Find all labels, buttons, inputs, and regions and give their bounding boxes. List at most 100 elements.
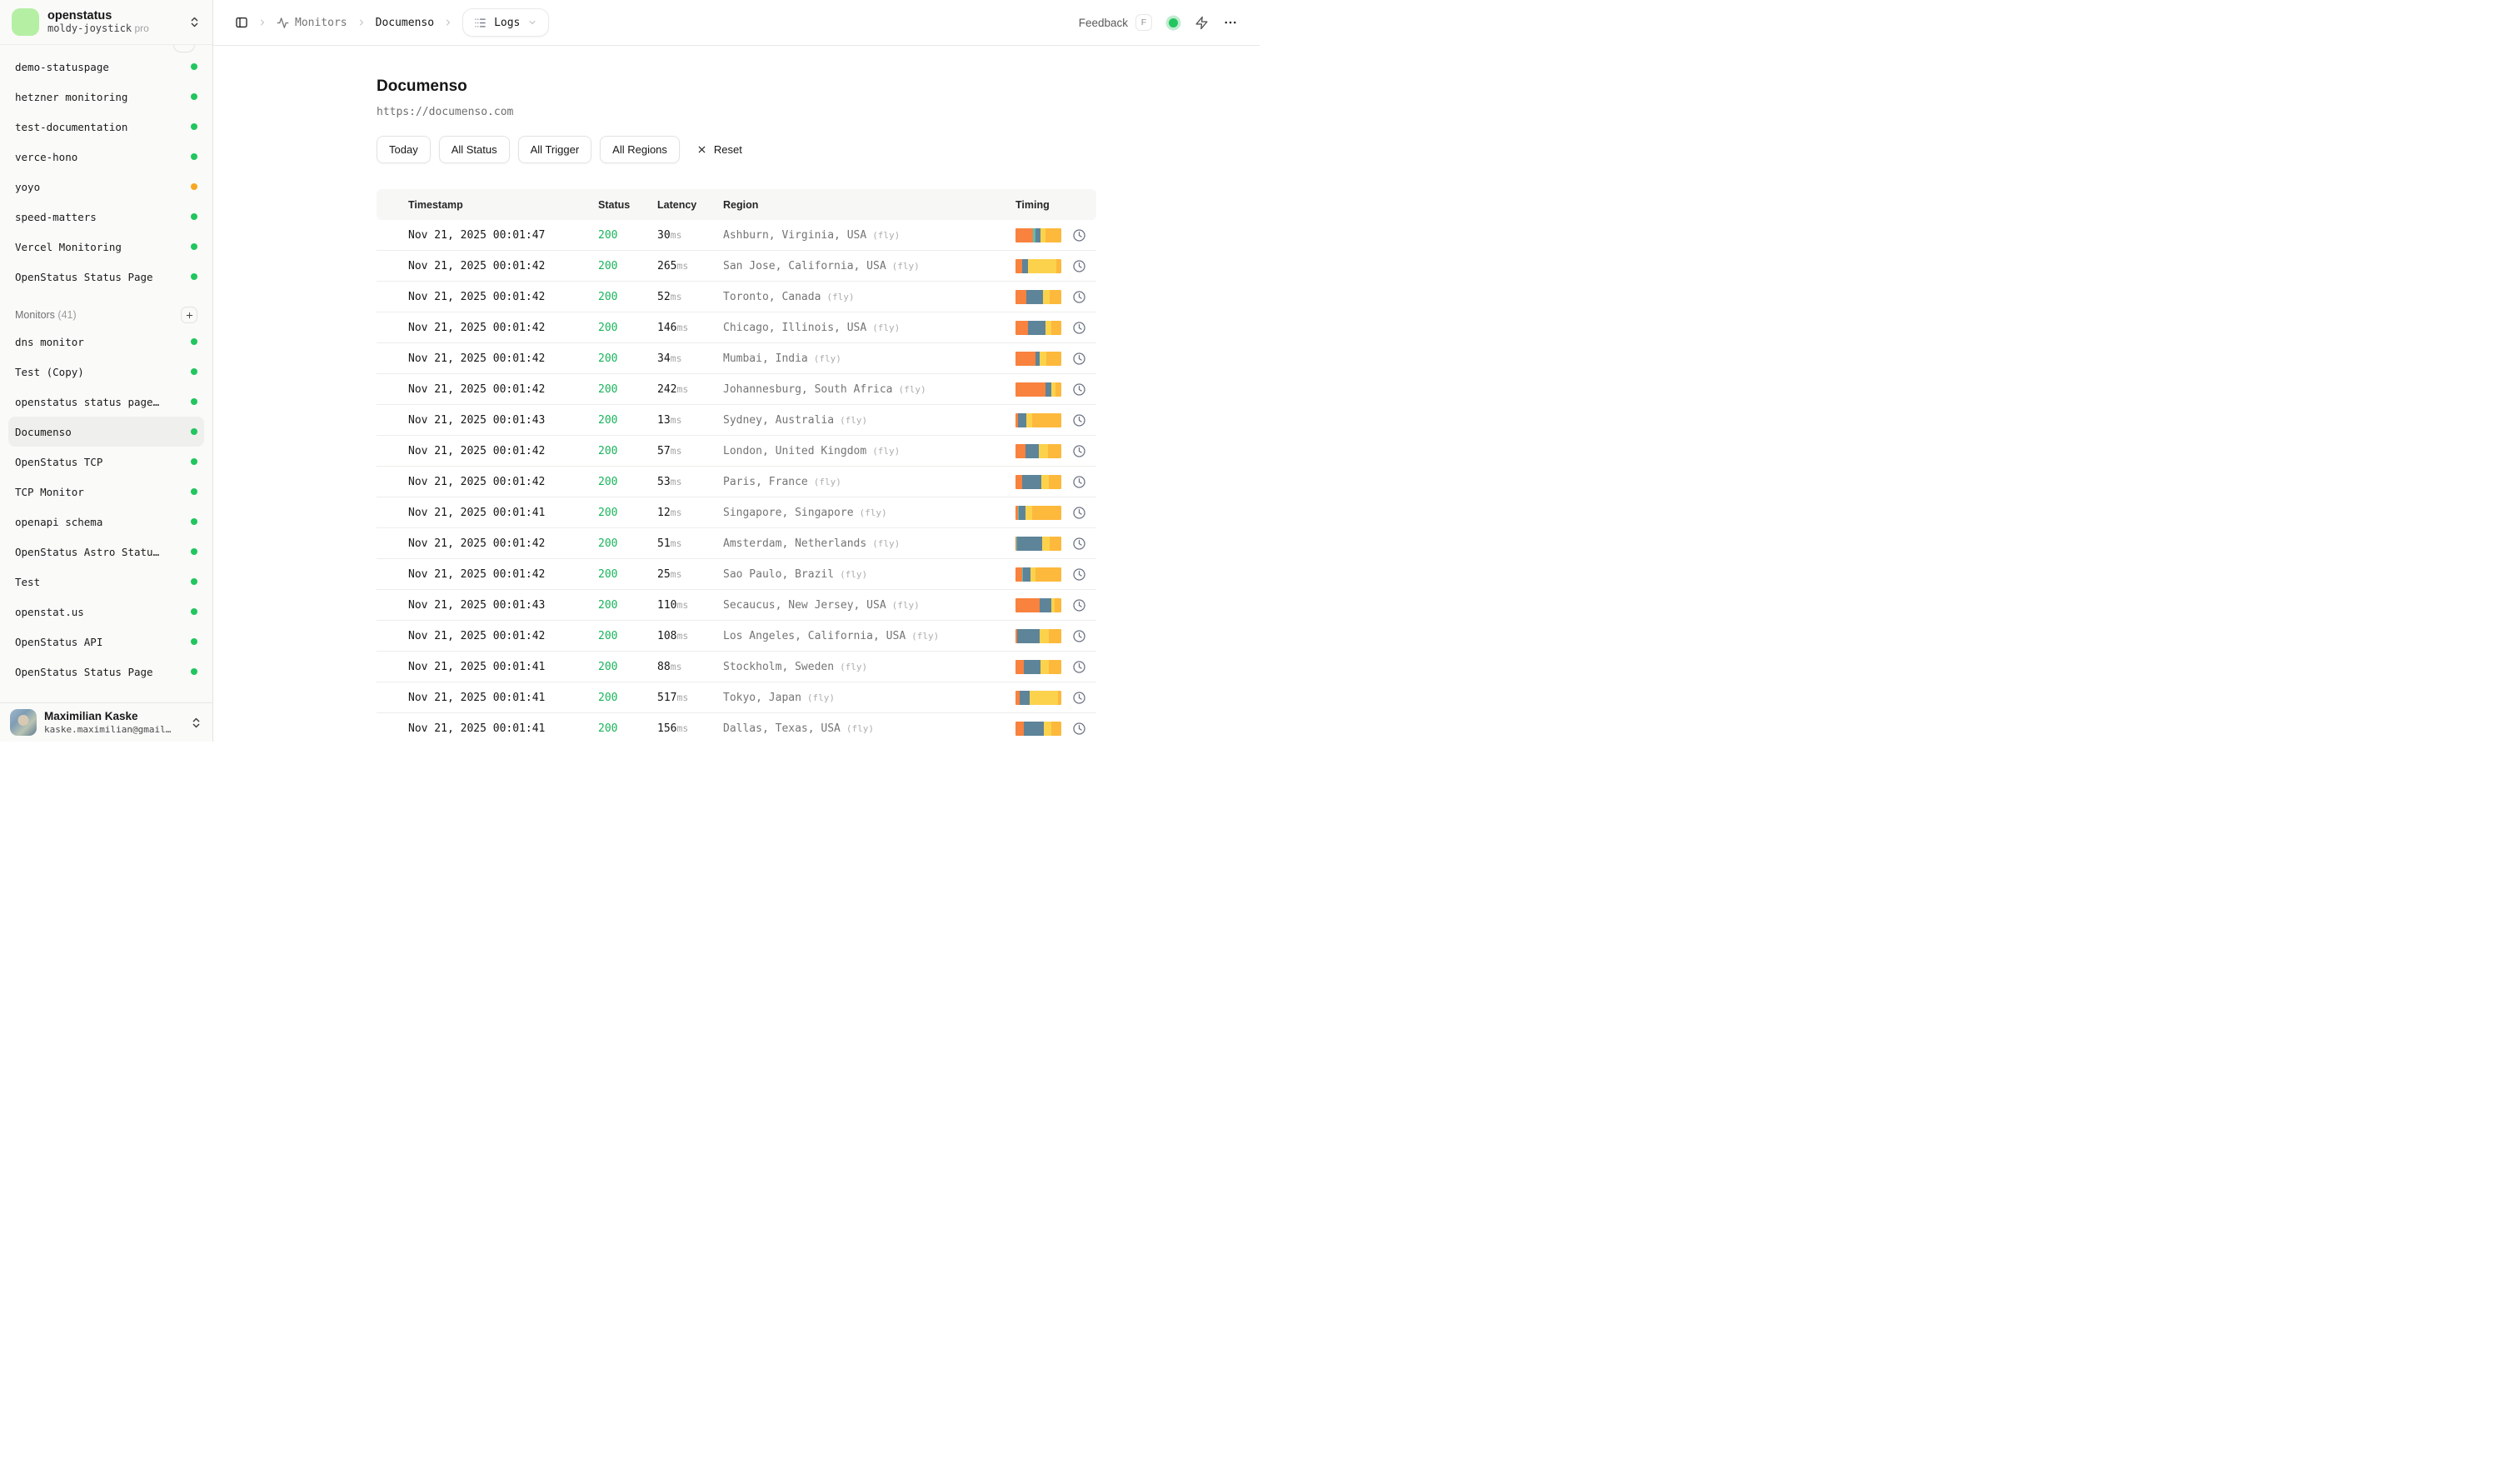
timing-details-button[interactable] xyxy=(1072,722,1086,736)
sidebar-item[interactable]: openstatus status page… xyxy=(8,387,204,417)
sidebar-item[interactable]: openapi schema xyxy=(8,507,204,537)
filter-button[interactable]: Today xyxy=(377,136,431,163)
timing-segment-slate xyxy=(1022,475,1041,489)
timing-details-button[interactable] xyxy=(1072,382,1086,397)
region-provider: (fly) xyxy=(846,723,874,734)
timing-segment-amber xyxy=(1056,259,1061,273)
sidebar-item[interactable]: OpenStatus TCP xyxy=(8,447,204,477)
logs-table-body: Nov 21, 2025 00:01:47 200 30ms Ashburn, … xyxy=(377,220,1096,742)
timing-details-button[interactable] xyxy=(1072,444,1086,458)
log-row[interactable]: Nov 21, 2025 00:01:47 200 30ms Ashburn, … xyxy=(377,220,1096,251)
timing-segment-yellow xyxy=(1044,722,1051,736)
breadcrumb-monitor-name[interactable]: Documenso xyxy=(376,17,434,29)
log-region: Tokyo, Japan xyxy=(723,692,801,704)
timing-details-button[interactable] xyxy=(1072,228,1086,242)
sidebar-item[interactable]: yoyo xyxy=(8,172,204,202)
timing-segment-slate xyxy=(1023,567,1030,582)
log-row[interactable]: Nov 21, 2025 00:01:43 200 13ms Sydney, A… xyxy=(377,405,1096,436)
add-monitor-button[interactable] xyxy=(181,307,197,323)
sidebar-item[interactable]: Test xyxy=(8,567,204,597)
log-row[interactable]: Nov 21, 2025 00:01:41 200 88ms Stockholm… xyxy=(377,652,1096,682)
timing-details-button[interactable] xyxy=(1072,475,1086,489)
team-switcher[interactable]: openstatus moldy-joystick pro xyxy=(0,0,212,45)
col-timing: Timing xyxy=(1015,199,1096,211)
view-selector-button[interactable]: Logs xyxy=(462,8,549,37)
log-row[interactable]: Nov 21, 2025 00:01:42 200 57ms London, U… xyxy=(377,436,1096,467)
sidebar-item[interactable]: demo-statuspage xyxy=(8,52,204,82)
latency-unit: ms xyxy=(676,322,688,333)
view-selector-label: Logs xyxy=(494,17,520,29)
log-row[interactable]: Nov 21, 2025 00:01:42 200 242ms Johannes… xyxy=(377,374,1096,405)
timing-segment-amber xyxy=(1049,629,1061,643)
sidebar-scroll-area[interactable]: demo-statuspage hetzner monitoring test-… xyxy=(0,45,212,702)
sidebar-item-label: OpenStatus Status Page xyxy=(15,271,153,283)
sidebar-item[interactable]: OpenStatus Status Page xyxy=(8,657,204,687)
user-name: Maximilian Kaske xyxy=(44,710,182,723)
feedback-button[interactable]: Feedback xyxy=(1079,17,1128,29)
command-menu-button[interactable] xyxy=(1195,16,1209,30)
timing-segment-yellow xyxy=(1045,321,1052,335)
timing-segment-amber xyxy=(1049,475,1061,489)
timing-details-button[interactable] xyxy=(1072,290,1086,304)
sidebar-item[interactable]: OpenStatus Status Page xyxy=(8,262,204,292)
log-row[interactable]: Nov 21, 2025 00:01:43 200 110ms Secaucus… xyxy=(377,590,1096,621)
timing-segment-amber xyxy=(1032,413,1061,427)
log-row[interactable]: Nov 21, 2025 00:01:41 200 12ms Singapore… xyxy=(377,497,1096,528)
sidebar-item[interactable]: openstat.us xyxy=(8,597,204,627)
log-region: Sao Paulo, Brazil xyxy=(723,568,834,581)
timing-details-button[interactable] xyxy=(1072,321,1086,335)
monitor-url: https://documenso.com xyxy=(377,106,1096,118)
sidebar-item[interactable]: hetzner monitoring xyxy=(8,82,204,112)
sidebar-item[interactable]: Test (Copy) xyxy=(8,357,204,387)
timing-details-button[interactable] xyxy=(1072,660,1086,674)
monitors-section-header: Monitors (41) xyxy=(8,307,204,323)
timing-details-button[interactable] xyxy=(1072,506,1086,520)
reset-filters-button[interactable]: Reset xyxy=(688,136,751,163)
log-row[interactable]: Nov 21, 2025 00:01:41 200 156ms Dallas, … xyxy=(377,713,1096,742)
log-row[interactable]: Nov 21, 2025 00:01:42 200 34ms Mumbai, I… xyxy=(377,343,1096,374)
timing-details-button[interactable] xyxy=(1072,691,1086,705)
sidebar-item[interactable]: dns monitor xyxy=(8,327,204,357)
sidebar-toggle-button[interactable] xyxy=(235,16,248,29)
log-region: San Jose, California, USA xyxy=(723,260,886,272)
sidebar-item[interactable]: Vercel Monitoring xyxy=(8,232,204,262)
filter-button[interactable]: All Regions xyxy=(600,136,680,163)
timing-bar xyxy=(1015,660,1061,674)
timing-details-button[interactable] xyxy=(1072,537,1086,551)
timing-details-button[interactable] xyxy=(1072,598,1086,612)
log-region: Sydney, Australia xyxy=(723,414,834,427)
sidebar-item[interactable]: Documenso xyxy=(8,417,204,447)
log-row[interactable]: Nov 21, 2025 00:01:42 200 25ms Sao Paulo… xyxy=(377,559,1096,590)
timing-details-button[interactable] xyxy=(1072,259,1086,273)
region-provider: (fly) xyxy=(872,538,900,549)
sidebar-item[interactable]: TCP Monitor xyxy=(8,477,204,507)
sidebar-item[interactable]: OpenStatus Astro Statu… xyxy=(8,537,204,567)
sidebar-item[interactable]: test-documentation xyxy=(8,112,204,142)
system-status-indicator[interactable] xyxy=(1169,18,1178,27)
log-row[interactable]: Nov 21, 2025 00:01:42 200 53ms Paris, Fr… xyxy=(377,467,1096,497)
breadcrumb-monitors[interactable]: Monitors xyxy=(277,17,347,29)
log-row[interactable]: Nov 21, 2025 00:01:42 200 51ms Amsterdam… xyxy=(377,528,1096,559)
timing-details-button[interactable] xyxy=(1072,629,1086,643)
timing-details-button[interactable] xyxy=(1072,567,1086,582)
log-timestamp: Nov 21, 2025 00:01:42 xyxy=(408,476,598,488)
log-region: London, United Kingdom xyxy=(723,445,866,457)
log-region: Chicago, Illinois, USA xyxy=(723,322,866,334)
log-row[interactable]: Nov 21, 2025 00:01:42 200 146ms Chicago,… xyxy=(377,312,1096,343)
filter-button[interactable]: All Trigger xyxy=(518,136,592,163)
timing-details-button[interactable] xyxy=(1072,413,1086,427)
sidebar-item[interactable]: speed-matters xyxy=(8,202,204,232)
region-provider: (fly) xyxy=(840,569,867,580)
user-menu[interactable]: Maximilian Kaske kaske.maximilian@gmail… xyxy=(0,702,212,742)
log-timestamp: Nov 21, 2025 00:01:41 xyxy=(408,722,598,735)
timing-details-button[interactable] xyxy=(1072,352,1086,366)
log-row[interactable]: Nov 21, 2025 00:01:42 200 108ms Los Ange… xyxy=(377,621,1096,652)
log-row[interactable]: Nov 21, 2025 00:01:41 200 517ms Tokyo, J… xyxy=(377,682,1096,713)
log-row[interactable]: Nov 21, 2025 00:01:42 200 52ms Toronto, … xyxy=(377,282,1096,312)
more-options-button[interactable] xyxy=(1223,15,1238,30)
log-row[interactable]: Nov 21, 2025 00:01:42 200 265ms San Jose… xyxy=(377,251,1096,282)
filter-button[interactable]: All Status xyxy=(439,136,510,163)
sidebar-item[interactable]: OpenStatus API xyxy=(8,627,204,657)
clock-icon xyxy=(1072,691,1086,705)
sidebar-item[interactable]: verce-hono xyxy=(8,142,204,172)
